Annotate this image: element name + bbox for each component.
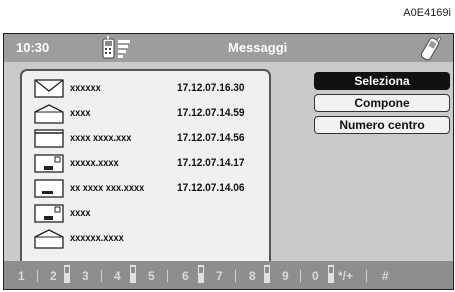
mobile-phone-icon: [418, 34, 442, 69]
key-0[interactable]: 0: [312, 269, 319, 283]
envelope-read-icon: [34, 229, 64, 254]
key-separator: [235, 270, 236, 282]
message-sent-icon: [34, 204, 64, 229]
message-list: xxxxxx 17.12.07.16.30 xxxx 17.12.07.14.5…: [20, 69, 271, 285]
message-sender: xxxx: [70, 208, 91, 219]
compose-button[interactable]: Compone: [314, 94, 450, 112]
reference-code: A0E4169i: [403, 7, 451, 19]
message-sender: xxxxxx: [70, 83, 101, 94]
message-date: 17.12.07.14.06: [177, 182, 245, 194]
message-sender: xxxx xxxx.xxx: [70, 133, 132, 144]
display-screen: 10:30 Messaggi xxxxxx 17.12.07.16.30 xxx…: [3, 33, 454, 290]
title-bar: 10:30 Messaggi: [4, 34, 453, 62]
key-9[interactable]: 9: [282, 269, 289, 283]
center-number-button[interactable]: Numero centro: [314, 116, 450, 134]
key-6[interactable]: 6: [182, 269, 189, 283]
message-sent-icon: [34, 154, 64, 179]
key-separator: [300, 270, 301, 282]
screen-title: Messaggi: [228, 40, 288, 55]
message-sender: xxxx: [70, 108, 91, 119]
message-outbox-icon: [34, 179, 64, 204]
phone-handset-icon: [128, 264, 138, 289]
phone-handset-icon: [326, 264, 336, 289]
key-2[interactable]: 2: [50, 269, 57, 283]
key-1[interactable]: 1: [18, 269, 25, 283]
select-button[interactable]: Seleziona: [314, 72, 450, 90]
key-8[interactable]: 8: [249, 269, 256, 283]
message-date: 17.12.07.14.59: [177, 107, 245, 119]
message-date: 17.12.07.14.17: [177, 157, 245, 169]
key-hash[interactable]: #: [382, 269, 389, 283]
phone-handset-icon: [62, 264, 72, 289]
key-4[interactable]: 4: [114, 269, 121, 283]
key-separator: [167, 270, 168, 282]
message-date: 17.12.07.14.56: [177, 132, 245, 144]
message-sender: xxxxxx.xxxx: [70, 233, 124, 244]
key-3[interactable]: 3: [82, 269, 89, 283]
message-row[interactable]: xxxx: [22, 204, 269, 224]
key-separator: [101, 270, 102, 282]
message-row[interactable]: xxxxxx 17.12.07.16.30: [22, 79, 269, 99]
message-sender: xx xxxx xxx.xxxx: [70, 183, 145, 194]
message-row[interactable]: xxxx 17.12.07.14.59: [22, 104, 269, 124]
message-row[interactable]: xxxxx.xxxx 17.12.07.14.17: [22, 154, 269, 174]
message-date: 17.12.07.16.30: [177, 82, 245, 94]
phone-handset-icon: [262, 264, 272, 289]
message-draft-icon: [34, 129, 64, 154]
key-star[interactable]: */+: [338, 269, 353, 283]
key-5[interactable]: 5: [148, 269, 155, 283]
envelope-read-icon: [34, 104, 64, 129]
message-row[interactable]: xx xxxx xxx.xxxx 17.12.07.14.06: [22, 179, 269, 199]
phone-signal-icon: [100, 36, 134, 65]
message-sender: xxxxx.xxxx: [70, 158, 119, 169]
key-7[interactable]: 7: [216, 269, 223, 283]
key-separator: [37, 270, 38, 282]
message-row[interactable]: xxxxxx.xxxx: [22, 229, 269, 249]
message-row[interactable]: xxxx xxxx.xxx 17.12.07.14.56: [22, 129, 269, 149]
clock: 10:30: [16, 40, 50, 55]
key-separator: [366, 270, 367, 282]
keypad-bar: 1 2 3 4 5 6 7 8 9 0 */+ #: [4, 261, 453, 289]
envelope-unread-icon: [34, 79, 64, 104]
phone-handset-icon: [196, 264, 206, 289]
